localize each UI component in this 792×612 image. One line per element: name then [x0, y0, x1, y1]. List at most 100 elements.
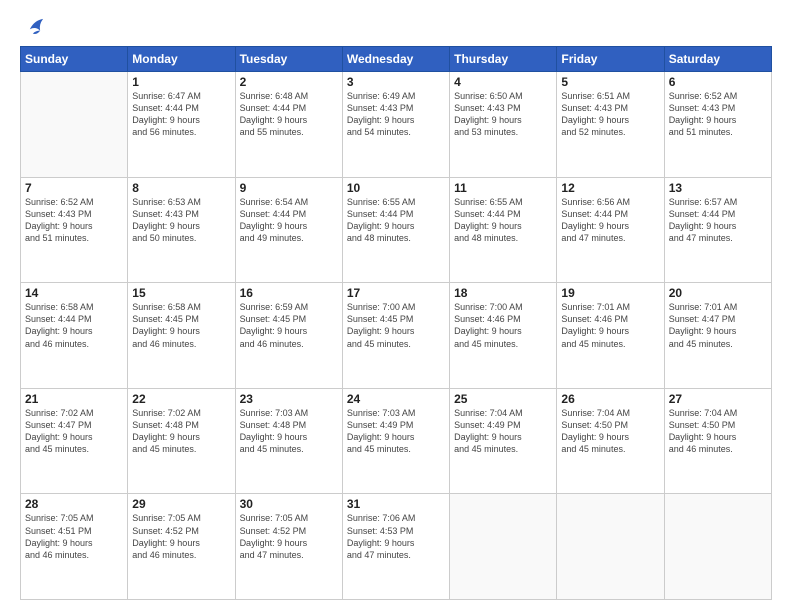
day-info: Sunrise: 6:54 AM Sunset: 4:44 PM Dayligh… — [240, 196, 338, 245]
week-row-4: 21Sunrise: 7:02 AM Sunset: 4:47 PM Dayli… — [21, 388, 772, 494]
calendar-cell: 13Sunrise: 6:57 AM Sunset: 4:44 PM Dayli… — [664, 177, 771, 283]
day-number: 31 — [347, 497, 445, 511]
day-info: Sunrise: 6:52 AM Sunset: 4:43 PM Dayligh… — [669, 90, 767, 139]
day-info: Sunrise: 7:01 AM Sunset: 4:47 PM Dayligh… — [669, 301, 767, 350]
day-info: Sunrise: 7:00 AM Sunset: 4:45 PM Dayligh… — [347, 301, 445, 350]
page: SundayMondayTuesdayWednesdayThursdayFrid… — [0, 0, 792, 612]
calendar-cell: 7Sunrise: 6:52 AM Sunset: 4:43 PM Daylig… — [21, 177, 128, 283]
day-info: Sunrise: 6:48 AM Sunset: 4:44 PM Dayligh… — [240, 90, 338, 139]
calendar-cell: 17Sunrise: 7:00 AM Sunset: 4:45 PM Dayli… — [342, 283, 449, 389]
day-number: 25 — [454, 392, 552, 406]
calendar-cell: 27Sunrise: 7:04 AM Sunset: 4:50 PM Dayli… — [664, 388, 771, 494]
calendar-cell: 24Sunrise: 7:03 AM Sunset: 4:49 PM Dayli… — [342, 388, 449, 494]
day-number: 7 — [25, 181, 123, 195]
day-number: 5 — [561, 75, 659, 89]
calendar-cell: 8Sunrise: 6:53 AM Sunset: 4:43 PM Daylig… — [128, 177, 235, 283]
day-info: Sunrise: 7:05 AM Sunset: 4:51 PM Dayligh… — [25, 512, 123, 561]
day-info: Sunrise: 6:51 AM Sunset: 4:43 PM Dayligh… — [561, 90, 659, 139]
calendar-cell — [664, 494, 771, 600]
day-header-sunday: Sunday — [21, 47, 128, 72]
day-number: 14 — [25, 286, 123, 300]
day-number: 13 — [669, 181, 767, 195]
calendar-cell: 26Sunrise: 7:04 AM Sunset: 4:50 PM Dayli… — [557, 388, 664, 494]
calendar-cell: 11Sunrise: 6:55 AM Sunset: 4:44 PM Dayli… — [450, 177, 557, 283]
day-info: Sunrise: 7:03 AM Sunset: 4:49 PM Dayligh… — [347, 407, 445, 456]
day-info: Sunrise: 7:03 AM Sunset: 4:48 PM Dayligh… — [240, 407, 338, 456]
day-info: Sunrise: 6:55 AM Sunset: 4:44 PM Dayligh… — [454, 196, 552, 245]
calendar-cell: 2Sunrise: 6:48 AM Sunset: 4:44 PM Daylig… — [235, 72, 342, 178]
calendar-cell: 21Sunrise: 7:02 AM Sunset: 4:47 PM Dayli… — [21, 388, 128, 494]
calendar-cell — [557, 494, 664, 600]
day-number: 1 — [132, 75, 230, 89]
calendar-header-row: SundayMondayTuesdayWednesdayThursdayFrid… — [21, 47, 772, 72]
day-info: Sunrise: 6:49 AM Sunset: 4:43 PM Dayligh… — [347, 90, 445, 139]
day-info: Sunrise: 6:50 AM Sunset: 4:43 PM Dayligh… — [454, 90, 552, 139]
week-row-3: 14Sunrise: 6:58 AM Sunset: 4:44 PM Dayli… — [21, 283, 772, 389]
day-number: 26 — [561, 392, 659, 406]
day-number: 12 — [561, 181, 659, 195]
day-number: 30 — [240, 497, 338, 511]
logo-bird-icon — [24, 16, 46, 38]
day-number: 3 — [347, 75, 445, 89]
calendar-cell — [450, 494, 557, 600]
calendar-cell: 4Sunrise: 6:50 AM Sunset: 4:43 PM Daylig… — [450, 72, 557, 178]
logo — [20, 16, 46, 38]
day-info: Sunrise: 7:02 AM Sunset: 4:48 PM Dayligh… — [132, 407, 230, 456]
calendar-cell — [21, 72, 128, 178]
day-number: 17 — [347, 286, 445, 300]
day-header-friday: Friday — [557, 47, 664, 72]
day-info: Sunrise: 6:57 AM Sunset: 4:44 PM Dayligh… — [669, 196, 767, 245]
day-header-monday: Monday — [128, 47, 235, 72]
header — [20, 16, 772, 38]
day-info: Sunrise: 6:55 AM Sunset: 4:44 PM Dayligh… — [347, 196, 445, 245]
calendar-cell: 30Sunrise: 7:05 AM Sunset: 4:52 PM Dayli… — [235, 494, 342, 600]
day-number: 27 — [669, 392, 767, 406]
day-info: Sunrise: 6:52 AM Sunset: 4:43 PM Dayligh… — [25, 196, 123, 245]
calendar-cell: 3Sunrise: 6:49 AM Sunset: 4:43 PM Daylig… — [342, 72, 449, 178]
day-info: Sunrise: 7:04 AM Sunset: 4:50 PM Dayligh… — [669, 407, 767, 456]
day-number: 19 — [561, 286, 659, 300]
calendar-cell: 15Sunrise: 6:58 AM Sunset: 4:45 PM Dayli… — [128, 283, 235, 389]
calendar-cell: 6Sunrise: 6:52 AM Sunset: 4:43 PM Daylig… — [664, 72, 771, 178]
day-number: 2 — [240, 75, 338, 89]
day-info: Sunrise: 7:04 AM Sunset: 4:50 PM Dayligh… — [561, 407, 659, 456]
day-number: 18 — [454, 286, 552, 300]
day-info: Sunrise: 6:59 AM Sunset: 4:45 PM Dayligh… — [240, 301, 338, 350]
day-number: 20 — [669, 286, 767, 300]
calendar-cell: 5Sunrise: 6:51 AM Sunset: 4:43 PM Daylig… — [557, 72, 664, 178]
week-row-1: 1Sunrise: 6:47 AM Sunset: 4:44 PM Daylig… — [21, 72, 772, 178]
day-number: 11 — [454, 181, 552, 195]
day-header-tuesday: Tuesday — [235, 47, 342, 72]
day-info: Sunrise: 7:00 AM Sunset: 4:46 PM Dayligh… — [454, 301, 552, 350]
calendar-cell: 18Sunrise: 7:00 AM Sunset: 4:46 PM Dayli… — [450, 283, 557, 389]
day-info: Sunrise: 6:56 AM Sunset: 4:44 PM Dayligh… — [561, 196, 659, 245]
day-info: Sunrise: 7:01 AM Sunset: 4:46 PM Dayligh… — [561, 301, 659, 350]
day-number: 29 — [132, 497, 230, 511]
calendar-cell: 20Sunrise: 7:01 AM Sunset: 4:47 PM Dayli… — [664, 283, 771, 389]
day-number: 24 — [347, 392, 445, 406]
day-number: 15 — [132, 286, 230, 300]
day-info: Sunrise: 7:02 AM Sunset: 4:47 PM Dayligh… — [25, 407, 123, 456]
day-info: Sunrise: 6:58 AM Sunset: 4:44 PM Dayligh… — [25, 301, 123, 350]
calendar-cell: 1Sunrise: 6:47 AM Sunset: 4:44 PM Daylig… — [128, 72, 235, 178]
calendar-cell: 10Sunrise: 6:55 AM Sunset: 4:44 PM Dayli… — [342, 177, 449, 283]
day-info: Sunrise: 6:47 AM Sunset: 4:44 PM Dayligh… — [132, 90, 230, 139]
day-number: 22 — [132, 392, 230, 406]
day-number: 28 — [25, 497, 123, 511]
calendar-cell: 29Sunrise: 7:05 AM Sunset: 4:52 PM Dayli… — [128, 494, 235, 600]
calendar-table: SundayMondayTuesdayWednesdayThursdayFrid… — [20, 46, 772, 600]
calendar-cell: 23Sunrise: 7:03 AM Sunset: 4:48 PM Dayli… — [235, 388, 342, 494]
day-number: 10 — [347, 181, 445, 195]
calendar-cell: 14Sunrise: 6:58 AM Sunset: 4:44 PM Dayli… — [21, 283, 128, 389]
calendar-cell: 25Sunrise: 7:04 AM Sunset: 4:49 PM Dayli… — [450, 388, 557, 494]
calendar-cell: 12Sunrise: 6:56 AM Sunset: 4:44 PM Dayli… — [557, 177, 664, 283]
day-number: 21 — [25, 392, 123, 406]
day-number: 16 — [240, 286, 338, 300]
day-header-wednesday: Wednesday — [342, 47, 449, 72]
calendar-cell: 16Sunrise: 6:59 AM Sunset: 4:45 PM Dayli… — [235, 283, 342, 389]
day-number: 9 — [240, 181, 338, 195]
day-info: Sunrise: 7:05 AM Sunset: 4:52 PM Dayligh… — [132, 512, 230, 561]
week-row-2: 7Sunrise: 6:52 AM Sunset: 4:43 PM Daylig… — [21, 177, 772, 283]
day-info: Sunrise: 6:58 AM Sunset: 4:45 PM Dayligh… — [132, 301, 230, 350]
day-info: Sunrise: 7:04 AM Sunset: 4:49 PM Dayligh… — [454, 407, 552, 456]
